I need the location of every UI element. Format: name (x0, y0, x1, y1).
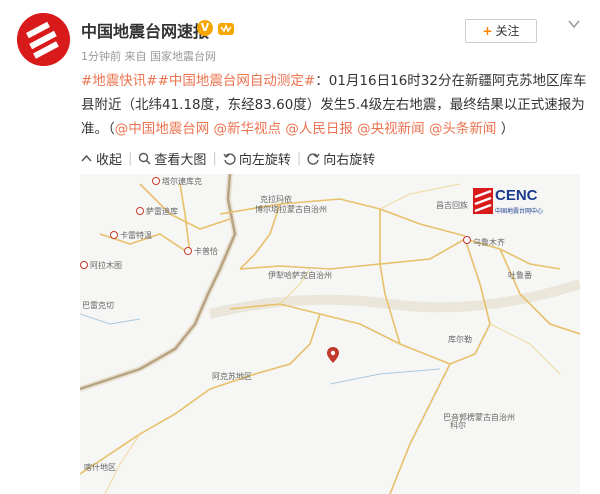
account-name[interactable]: 中国地震台网速报 (81, 18, 209, 42)
follow-label: 关注 (495, 24, 520, 38)
cenc-logo: CENC 中国地震台网中心 (473, 186, 571, 222)
map-label: 乌鲁木齐 (473, 238, 505, 247)
divider: | (296, 150, 302, 166)
topic-link[interactable]: #中国地震台网自动测定# (158, 73, 316, 89)
city-marker (80, 261, 88, 269)
post-time[interactable]: 1分钟前 (81, 50, 121, 63)
map-label: 塔尔逮库克 (162, 177, 202, 186)
map-label: 巴雷克切 (82, 301, 114, 310)
rotate-left-icon (223, 152, 236, 165)
post-close: ） (500, 121, 515, 137)
city-marker (184, 247, 192, 255)
mention-link[interactable]: @头条新闻 (429, 121, 497, 137)
meta-from-label: 来自 (124, 50, 147, 63)
mention-link[interactable]: @央视新闻 (357, 121, 425, 137)
city-marker (463, 236, 471, 244)
cenc-logo-text: CENC (495, 187, 538, 204)
topic-link[interactable]: #地震快讯# (81, 73, 158, 89)
view-large-label: 查看大图 (154, 152, 207, 168)
mention-link[interactable]: @中国地震台网 (115, 121, 210, 137)
collapse-button[interactable]: 收起 (80, 149, 122, 168)
map-graphics (80, 174, 580, 494)
divider: | (128, 150, 133, 166)
epicenter-marker-icon (327, 347, 339, 363)
collapse-label: 收起 (96, 152, 123, 168)
vip-crown-icon (218, 23, 234, 35)
map-label: 卡雷特温 (120, 231, 152, 240)
map-label: 喀什地区 (84, 463, 116, 472)
city-marker (152, 177, 160, 185)
map-label: 伊犁哈萨克自治州 (268, 271, 332, 280)
cenc-logo-subtitle: 中国地震台网中心 (495, 208, 544, 215)
post-meta: 1分钟前 来自 国家地震台网 (81, 48, 216, 64)
city-marker (136, 207, 144, 215)
post-source[interactable]: 国家地震台网 (150, 50, 216, 63)
map-label: 昌吉回族 (436, 201, 468, 210)
earthquake-map-image[interactable]: 塔尔逮库克 萨雷迪库 卡雷特温 阿拉木图 巴雷克切 卡普恰 克拉玛依 博尔塔拉蒙… (80, 174, 580, 494)
collapse-icon (81, 154, 92, 162)
avatar[interactable] (17, 13, 70, 66)
rotate-right-button[interactable]: 向右旋转 (307, 149, 375, 168)
mention-link[interactable]: @人民日报 (285, 121, 353, 137)
rotate-right-label: 向右旋转 (323, 152, 376, 168)
verified-badge-icon: V (197, 20, 213, 36)
map-label: 阿克苏地区 (212, 372, 252, 381)
rotate-left-label: 向左旋转 (238, 152, 291, 168)
mention-link[interactable]: @新华视点 (214, 121, 282, 137)
map-label: 科尔 (450, 421, 466, 430)
map-label: 博尔塔拉蒙古自治州 (255, 205, 327, 214)
map-label: 阿拉木图 (90, 261, 122, 270)
map-label: 库尔勒 (448, 335, 472, 344)
plus-icon: + (482, 24, 493, 38)
view-large-button[interactable]: 查看大图 (138, 149, 206, 168)
cenc-logo-icon (473, 188, 493, 214)
map-label: 萨雷迪库 (146, 207, 178, 216)
rotate-left-button[interactable]: 向左旋转 (223, 149, 291, 168)
post-text: #地震快讯##中国地震台网自动测定#：01月16日16时32分在新疆阿克苏地区库… (81, 69, 591, 141)
chevron-down-icon[interactable] (567, 17, 581, 31)
image-toolbar: 收起 | 查看大图 | 向左旋转 | 向右旋转 (80, 146, 379, 170)
map-label: 卡普恰 (194, 247, 218, 256)
map-label: 吐鲁番 (508, 271, 532, 280)
follow-button[interactable]: + 关注 (465, 19, 537, 43)
rotate-right-icon (307, 152, 320, 165)
magnifier-icon (139, 152, 151, 165)
divider: | (212, 150, 217, 166)
city-marker (110, 231, 118, 239)
